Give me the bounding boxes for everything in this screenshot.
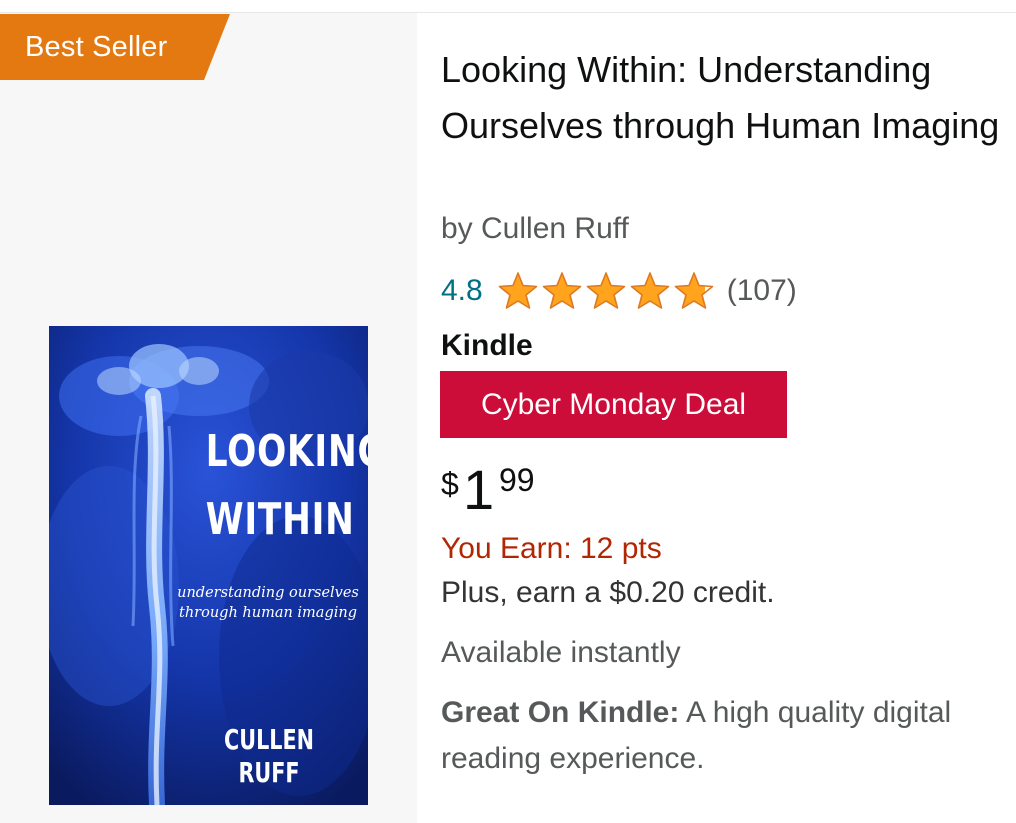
cover-subtitle: understanding ourselves through human im… <box>173 583 363 623</box>
star-icon <box>674 272 714 309</box>
author-link[interactable]: by Cullen Ruff <box>441 210 629 248</box>
cover-title-line1: LOOKING <box>205 426 368 477</box>
price-whole: 1 <box>463 458 495 521</box>
best-seller-badge: Best Seller <box>0 14 230 80</box>
credit-offer: Plus, earn a $0.20 credit. <box>441 576 775 609</box>
star-icon <box>542 272 582 309</box>
cover-subtitle-line1: understanding ourselves <box>177 585 359 601</box>
rating-value: 4.8 <box>441 274 483 307</box>
kindle-feature: Great On Kindle: A high quality digital … <box>441 690 1016 782</box>
price-symbol: $ <box>441 466 459 502</box>
kindle-feature-label: Great On Kindle: <box>441 696 680 729</box>
star-rating <box>497 271 715 311</box>
star-icon <box>498 272 538 309</box>
availability-text: Available instantly <box>441 636 681 669</box>
star-icon <box>586 272 626 309</box>
rating-count[interactable]: (107) <box>727 274 797 308</box>
deal-badge: Cyber Monday Deal <box>440 371 787 438</box>
product-title[interactable]: Looking Within: Understanding Ourselves … <box>441 42 1011 154</box>
cover-author: CULLEN RUFF <box>224 723 314 789</box>
best-seller-label: Best Seller <box>25 31 168 63</box>
cover-subtitle-line2: through human imaging <box>179 605 357 621</box>
star-icon <box>630 272 670 309</box>
format-label: Kindle <box>441 329 533 362</box>
cover-title-line2: WITHIN <box>205 494 355 545</box>
points-earned: You Earn: 12 pts <box>441 532 662 565</box>
price-fraction: 99 <box>499 462 535 498</box>
rating-row[interactable]: 4.8 (107) <box>441 270 797 312</box>
book-cover-image[interactable]: LOOKING WITHIN understanding ourselves t… <box>49 326 368 805</box>
